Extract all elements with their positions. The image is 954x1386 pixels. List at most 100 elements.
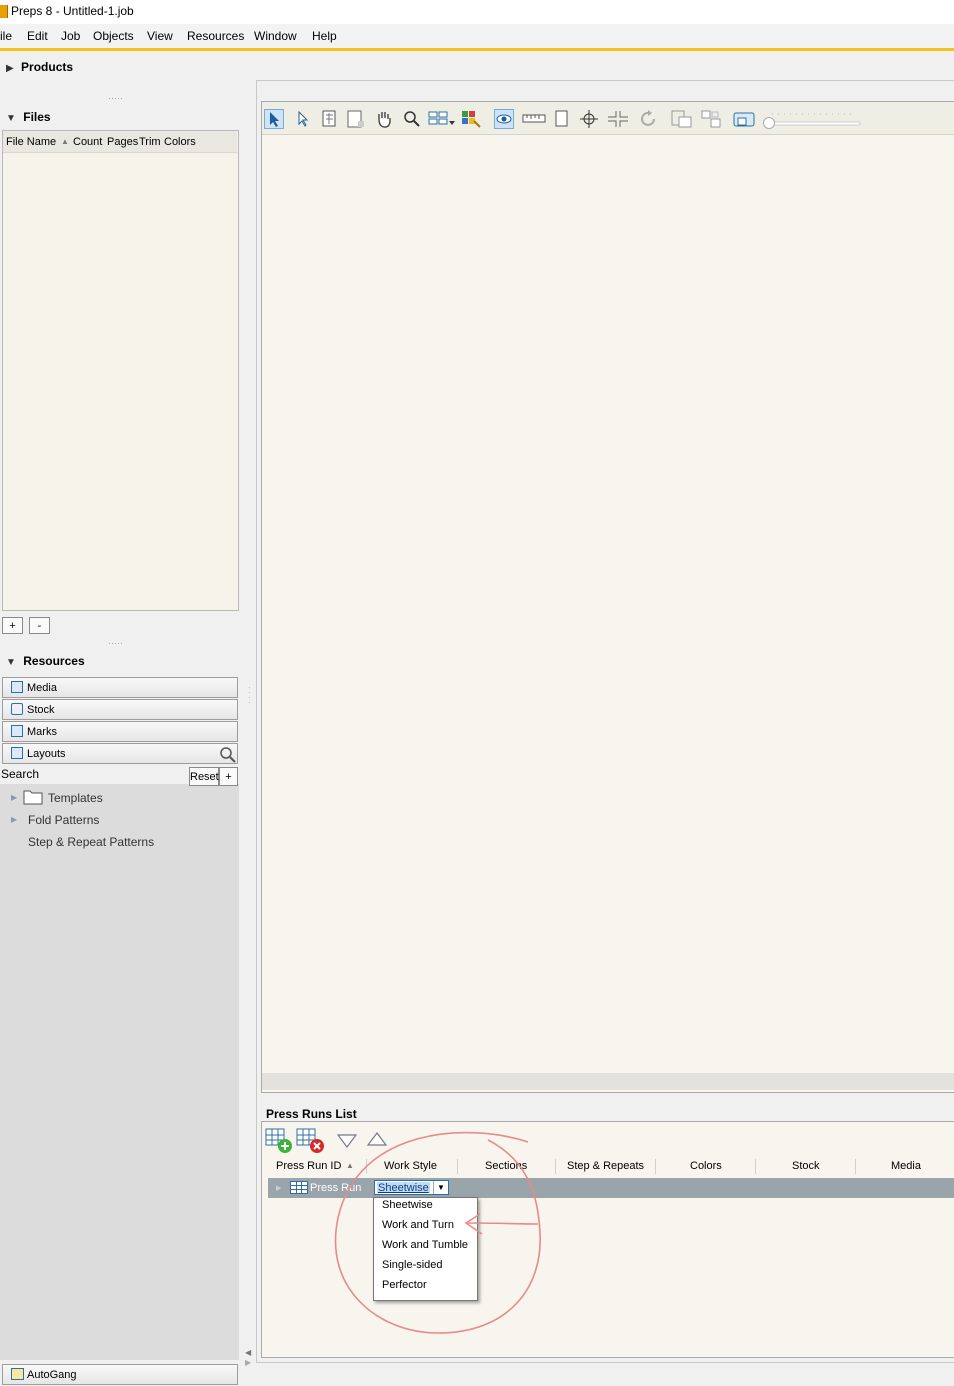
option-work-and-turn[interactable]: Work and Turn <box>382 1219 454 1231</box>
menu-window[interactable]: Window <box>254 29 297 43</box>
tree-expand-icon[interactable]: ▶ <box>11 815 17 824</box>
resources-label: Resources <box>23 654 85 668</box>
remove-file-button[interactable]: - <box>29 617 50 634</box>
tree-expand-icon[interactable]: ▶ <box>11 793 17 802</box>
resource-tab-layouts[interactable]: Layouts <box>2 743 238 764</box>
resource-tab-marks[interactable]: Marks <box>2 721 238 742</box>
split-icon[interactable] <box>606 109 630 129</box>
work-style-dropdown: Sheetwise Work and Turn Work and Tumble … <box>373 1197 478 1301</box>
menu-view[interactable]: View <box>147 29 173 43</box>
option-perfector[interactable]: Perfector <box>382 1279 427 1291</box>
tree-item-templates[interactable]: Templates <box>48 791 103 805</box>
color-icon[interactable] <box>460 109 481 129</box>
display-icon[interactable] <box>732 109 756 129</box>
add-file-button[interactable]: + <box>2 617 23 634</box>
tree-item-fold-patterns[interactable]: Fold Patterns <box>28 813 99 827</box>
layout-dropdown-icon[interactable] <box>428 109 456 129</box>
expand-right-icon: ▶ <box>6 63 14 74</box>
work-style-select[interactable]: Sheetwise ▼ <box>374 1180 449 1195</box>
autogang-label: AutoGang <box>27 1369 77 1381</box>
press-runs-title: Press Runs List <box>266 1107 357 1121</box>
menu-help[interactable]: Help <box>312 29 337 43</box>
work-style-value: Sheetwise <box>377 1182 430 1194</box>
search-label: Search <box>1 767 40 781</box>
files-header: File Name ▲ Count Pages Trim Colors <box>3 131 237 153</box>
col-press-run-id[interactable]: Press Run ID <box>276 1160 341 1172</box>
menu-job[interactable]: Job <box>61 29 80 43</box>
hand-icon[interactable] <box>374 109 394 129</box>
move-up-icon[interactable] <box>367 1131 387 1147</box>
chevron-down-icon[interactable]: ▼ <box>433 1181 448 1194</box>
menu-file[interactable]: ile <box>0 29 12 43</box>
delete-press-run-icon[interactable] <box>296 1127 326 1155</box>
add-search-button[interactable]: + <box>219 767 238 786</box>
autogang-tab[interactable]: AutoGang <box>2 1364 238 1385</box>
menu-resources[interactable]: Resources <box>187 29 244 43</box>
col-trim[interactable]: Trim <box>139 136 161 148</box>
products-label: Products <box>21 60 74 74</box>
menu-objects[interactable]: Objects <box>93 29 134 43</box>
col-pages[interactable]: Pages <box>107 136 138 148</box>
col-sections[interactable]: Sections <box>485 1160 527 1172</box>
option-work-and-tumble[interactable]: Work and Tumble <box>382 1239 468 1251</box>
col-colors[interactable]: Colors <box>164 136 196 148</box>
stock-icon <box>11 703 23 715</box>
canvas-status-strip <box>262 1073 954 1090</box>
marks-icon <box>11 725 23 737</box>
splitter-grip-icon[interactable]: ····· <box>108 638 123 648</box>
reset-button[interactable]: Reset <box>189 767 219 786</box>
col-colors[interactable]: Colors <box>690 1160 722 1172</box>
add-press-run-icon[interactable] <box>265 1127 293 1155</box>
option-sheetwise[interactable]: Sheetwise <box>382 1199 433 1211</box>
expand-down-icon: ▼ <box>6 113 16 124</box>
resources-section[interactable]: ▼ Resources <box>6 654 85 668</box>
menu-edit[interactable]: Edit <box>27 29 48 43</box>
col-file-name[interactable]: File Name <box>6 136 56 148</box>
select-arrow-icon[interactable] <box>264 109 284 129</box>
frame-icon[interactable] <box>670 109 694 129</box>
page-grid-icon[interactable] <box>320 109 340 129</box>
zoom-slider[interactable] <box>762 109 862 131</box>
sort-up-icon: ▲ <box>61 137 69 146</box>
page-icon[interactable] <box>346 109 366 129</box>
zoom-icon[interactable] <box>402 109 422 129</box>
autogang-icon <box>11 1368 24 1380</box>
press-runs-header: Press Run ID ▲ Work Style Sections Step … <box>262 1156 954 1177</box>
option-single-sided[interactable]: Single-sided <box>382 1259 443 1271</box>
table-row[interactable]: ▶ Press Run Sheetwise ▼ <box>268 1178 954 1198</box>
menu-bar: ile Edit Job Objects View Resources Wind… <box>0 24 954 48</box>
collapse-left-icon[interactable]: ◀ <box>245 1348 251 1357</box>
col-count[interactable]: Count <box>73 136 102 148</box>
move-down-icon[interactable] <box>337 1133 357 1149</box>
resource-tab-media[interactable]: Media <box>2 677 238 698</box>
canvas[interactable] <box>261 101 954 1093</box>
files-section[interactable]: ▼ Files <box>6 110 51 124</box>
crosshair-icon[interactable] <box>579 109 599 129</box>
products-section[interactable]: ▶ Products <box>6 60 73 74</box>
title-bar: Preps 8 - Untitled-1.job <box>0 0 954 24</box>
page-blank-icon[interactable] <box>552 109 572 129</box>
frame-group-icon[interactable] <box>700 109 724 129</box>
vertical-grip-icon[interactable]: · · · · <box>248 684 251 707</box>
resource-tab-label: Stock <box>27 704 55 716</box>
resource-tab-stock[interactable]: Stock <box>2 699 238 720</box>
eye-icon[interactable] <box>494 109 514 129</box>
resource-tab-label: Media <box>27 682 57 694</box>
row-expand-icon[interactable]: ▶ <box>276 1184 281 1192</box>
files-label: Files <box>23 110 51 124</box>
col-step-repeats[interactable]: Step & Repeats <box>567 1160 644 1172</box>
rotate-icon[interactable] <box>639 109 659 129</box>
search-icon[interactable] <box>219 746 236 763</box>
splitter-grip-icon[interactable]: ····· <box>108 93 123 103</box>
resources-tree-panel <box>0 784 239 1360</box>
folder-icon <box>23 790 43 805</box>
col-stock[interactable]: Stock <box>792 1160 820 1172</box>
collapse-right-icon[interactable]: ▶ <box>245 1358 251 1367</box>
direct-select-icon[interactable] <box>294 109 314 129</box>
col-work-style[interactable]: Work Style <box>384 1160 437 1172</box>
ruler-icon[interactable] <box>522 109 546 129</box>
tree-item-step-repeat[interactable]: Step & Repeat Patterns <box>28 835 154 849</box>
col-media[interactable]: Media <box>891 1160 921 1172</box>
media-icon <box>11 681 23 693</box>
files-list[interactable] <box>2 130 239 611</box>
